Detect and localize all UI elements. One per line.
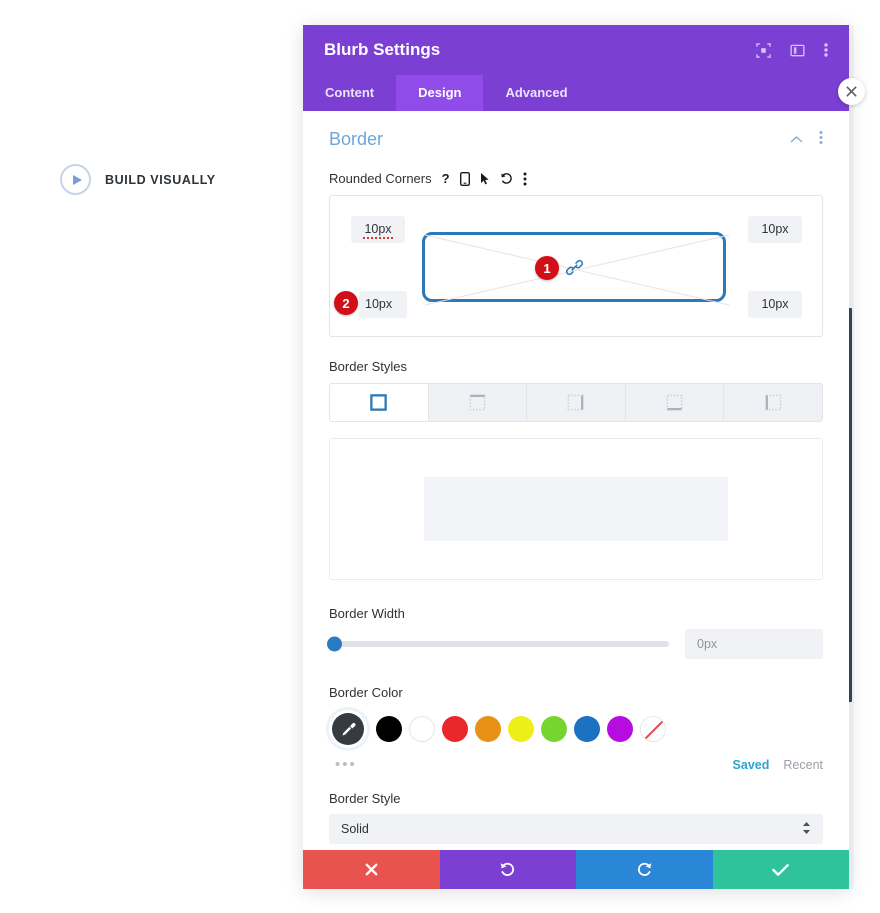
border-styles-label-row: Border Styles bbox=[329, 359, 823, 374]
border-style-select[interactable]: Solid bbox=[329, 814, 823, 844]
tab-saved-colors[interactable]: Saved bbox=[733, 758, 770, 772]
color-tabs-row: ••• Saved Recent bbox=[329, 756, 823, 773]
border-width-label: Border Width bbox=[329, 606, 405, 621]
annotation-badge-1: 1 bbox=[535, 256, 559, 280]
redo-button[interactable] bbox=[576, 850, 713, 889]
play-circle-icon bbox=[60, 164, 91, 195]
border-style-label-row: Border Style bbox=[329, 791, 823, 806]
corner-input-top-left[interactable]: 10px bbox=[351, 216, 405, 243]
corner-input-bottom-left[interactable]: 10px bbox=[359, 291, 407, 318]
border-width-control: 0px bbox=[327, 629, 823, 659]
chevron-up-icon[interactable] bbox=[790, 131, 803, 149]
reset-undo-icon[interactable] bbox=[500, 172, 513, 185]
select-stepper-icon bbox=[802, 821, 811, 837]
swatch-white[interactable] bbox=[409, 716, 435, 742]
corner-input-top-right[interactable]: 10px bbox=[748, 216, 802, 243]
rounded-corners-more-icon[interactable] bbox=[523, 172, 527, 186]
modal-tabs: Content Design Advanced bbox=[303, 75, 849, 111]
layout-panel-icon[interactable] bbox=[790, 43, 805, 58]
rounded-corners-label-row: Rounded Corners ? bbox=[329, 171, 823, 186]
swatch-none[interactable] bbox=[640, 716, 666, 742]
border-style-label: Border Style bbox=[329, 791, 401, 806]
border-color-label-row: Border Color bbox=[329, 685, 823, 700]
border-section-header: Border bbox=[329, 111, 823, 152]
eyedropper-icon[interactable] bbox=[329, 710, 367, 748]
border-section-title: Border bbox=[329, 129, 384, 149]
border-width-slider[interactable] bbox=[327, 636, 669, 652]
close-icon[interactable] bbox=[838, 78, 865, 105]
border-style-left[interactable] bbox=[724, 384, 822, 421]
border-color-label: Border Color bbox=[329, 685, 403, 700]
swatch-purple[interactable] bbox=[607, 716, 633, 742]
border-style-right[interactable] bbox=[527, 384, 626, 421]
border-width-label-row: Border Width bbox=[329, 606, 823, 621]
border-style-bottom[interactable] bbox=[626, 384, 725, 421]
tab-content[interactable]: Content bbox=[303, 75, 396, 111]
save-button[interactable] bbox=[712, 850, 849, 889]
link-chain-icon[interactable] bbox=[565, 258, 584, 282]
swatch-blue[interactable] bbox=[574, 716, 600, 742]
cancel-button[interactable] bbox=[303, 850, 440, 889]
swatch-green[interactable] bbox=[541, 716, 567, 742]
help-icon[interactable]: ? bbox=[442, 171, 450, 186]
color-more-dots[interactable]: ••• bbox=[329, 756, 733, 773]
annotation-badge-2: 2 bbox=[334, 291, 358, 315]
build-visually-button[interactable]: BUILD VISUALLY bbox=[60, 164, 216, 195]
modal-footer bbox=[303, 850, 849, 889]
border-style-selected-value: Solid bbox=[341, 822, 369, 836]
border-width-input[interactable]: 0px bbox=[685, 629, 823, 659]
tab-recent-colors[interactable]: Recent bbox=[783, 758, 823, 772]
border-styles-group bbox=[329, 383, 823, 422]
border-styles-label: Border Styles bbox=[329, 359, 408, 374]
border-preview-shape bbox=[424, 477, 728, 541]
modal-header: Blurb Settings bbox=[303, 25, 849, 75]
focus-target-icon[interactable] bbox=[756, 42, 771, 58]
build-visually-label: BUILD VISUALLY bbox=[105, 172, 216, 187]
border-color-swatches bbox=[329, 710, 823, 748]
app-canvas: BUILD VISUALLY Blurb Settings Content De… bbox=[0, 0, 880, 913]
page-title: Blurb Settings bbox=[324, 40, 441, 59]
undo-button[interactable] bbox=[439, 850, 576, 889]
border-style-all-sides[interactable] bbox=[330, 384, 429, 421]
tab-design[interactable]: Design bbox=[396, 75, 484, 111]
swatch-yellow[interactable] bbox=[508, 716, 534, 742]
border-preview-box bbox=[329, 438, 823, 580]
swatch-orange[interactable] bbox=[475, 716, 501, 742]
rounded-corners-editor: 10px 10px 10px 10px 1 2 bbox=[329, 195, 823, 337]
corner-input-bottom-right[interactable]: 10px bbox=[748, 291, 802, 318]
settings-modal: Blurb Settings Content Design Advanced B… bbox=[303, 25, 849, 889]
hover-cursor-icon[interactable] bbox=[480, 172, 490, 186]
tab-advanced[interactable]: Advanced bbox=[483, 75, 589, 111]
swatch-red[interactable] bbox=[442, 716, 468, 742]
more-vertical-icon[interactable] bbox=[824, 42, 828, 58]
border-style-top[interactable] bbox=[429, 384, 528, 421]
rounded-corners-label: Rounded Corners bbox=[329, 171, 432, 186]
swatch-black[interactable] bbox=[376, 716, 402, 742]
border-width-slider-knob[interactable] bbox=[327, 636, 342, 652]
section-more-vertical-icon[interactable] bbox=[819, 130, 823, 150]
modal-body: Border Rounded Corners ? 10px 10px 10px … bbox=[303, 111, 849, 850]
responsive-mobile-icon[interactable] bbox=[459, 171, 470, 186]
